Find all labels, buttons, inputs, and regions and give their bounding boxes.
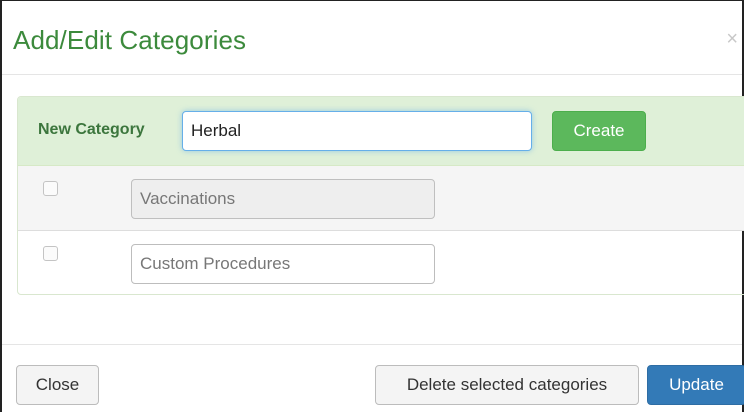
category-row: [18, 166, 744, 231]
category-name-input[interactable]: [131, 179, 435, 219]
new-category-label: New Category: [38, 121, 145, 138]
create-button[interactable]: Create: [552, 111, 646, 151]
category-name-input[interactable]: [131, 244, 435, 284]
modal-header: Add/Edit Categories ×: [2, 1, 742, 75]
delete-selected-button[interactable]: Delete selected categories: [375, 365, 639, 405]
close-icon[interactable]: ×: [726, 29, 738, 49]
close-button[interactable]: Close: [16, 365, 99, 405]
category-checkbox[interactable]: [43, 246, 58, 261]
category-checkbox[interactable]: [43, 181, 58, 196]
update-button[interactable]: Update: [647, 365, 744, 405]
new-category-input[interactable]: [182, 111, 532, 151]
modal-title: Add/Edit Categories: [13, 25, 247, 55]
new-category-row: New Category Create: [18, 97, 744, 166]
category-row: [18, 231, 744, 294]
add-edit-categories-dialog: Add/Edit Categories × New Category Creat…: [0, 0, 744, 412]
categories-panel: New Category Create: [17, 96, 744, 295]
modal-footer: Close Delete selected categories Update: [2, 344, 744, 413]
